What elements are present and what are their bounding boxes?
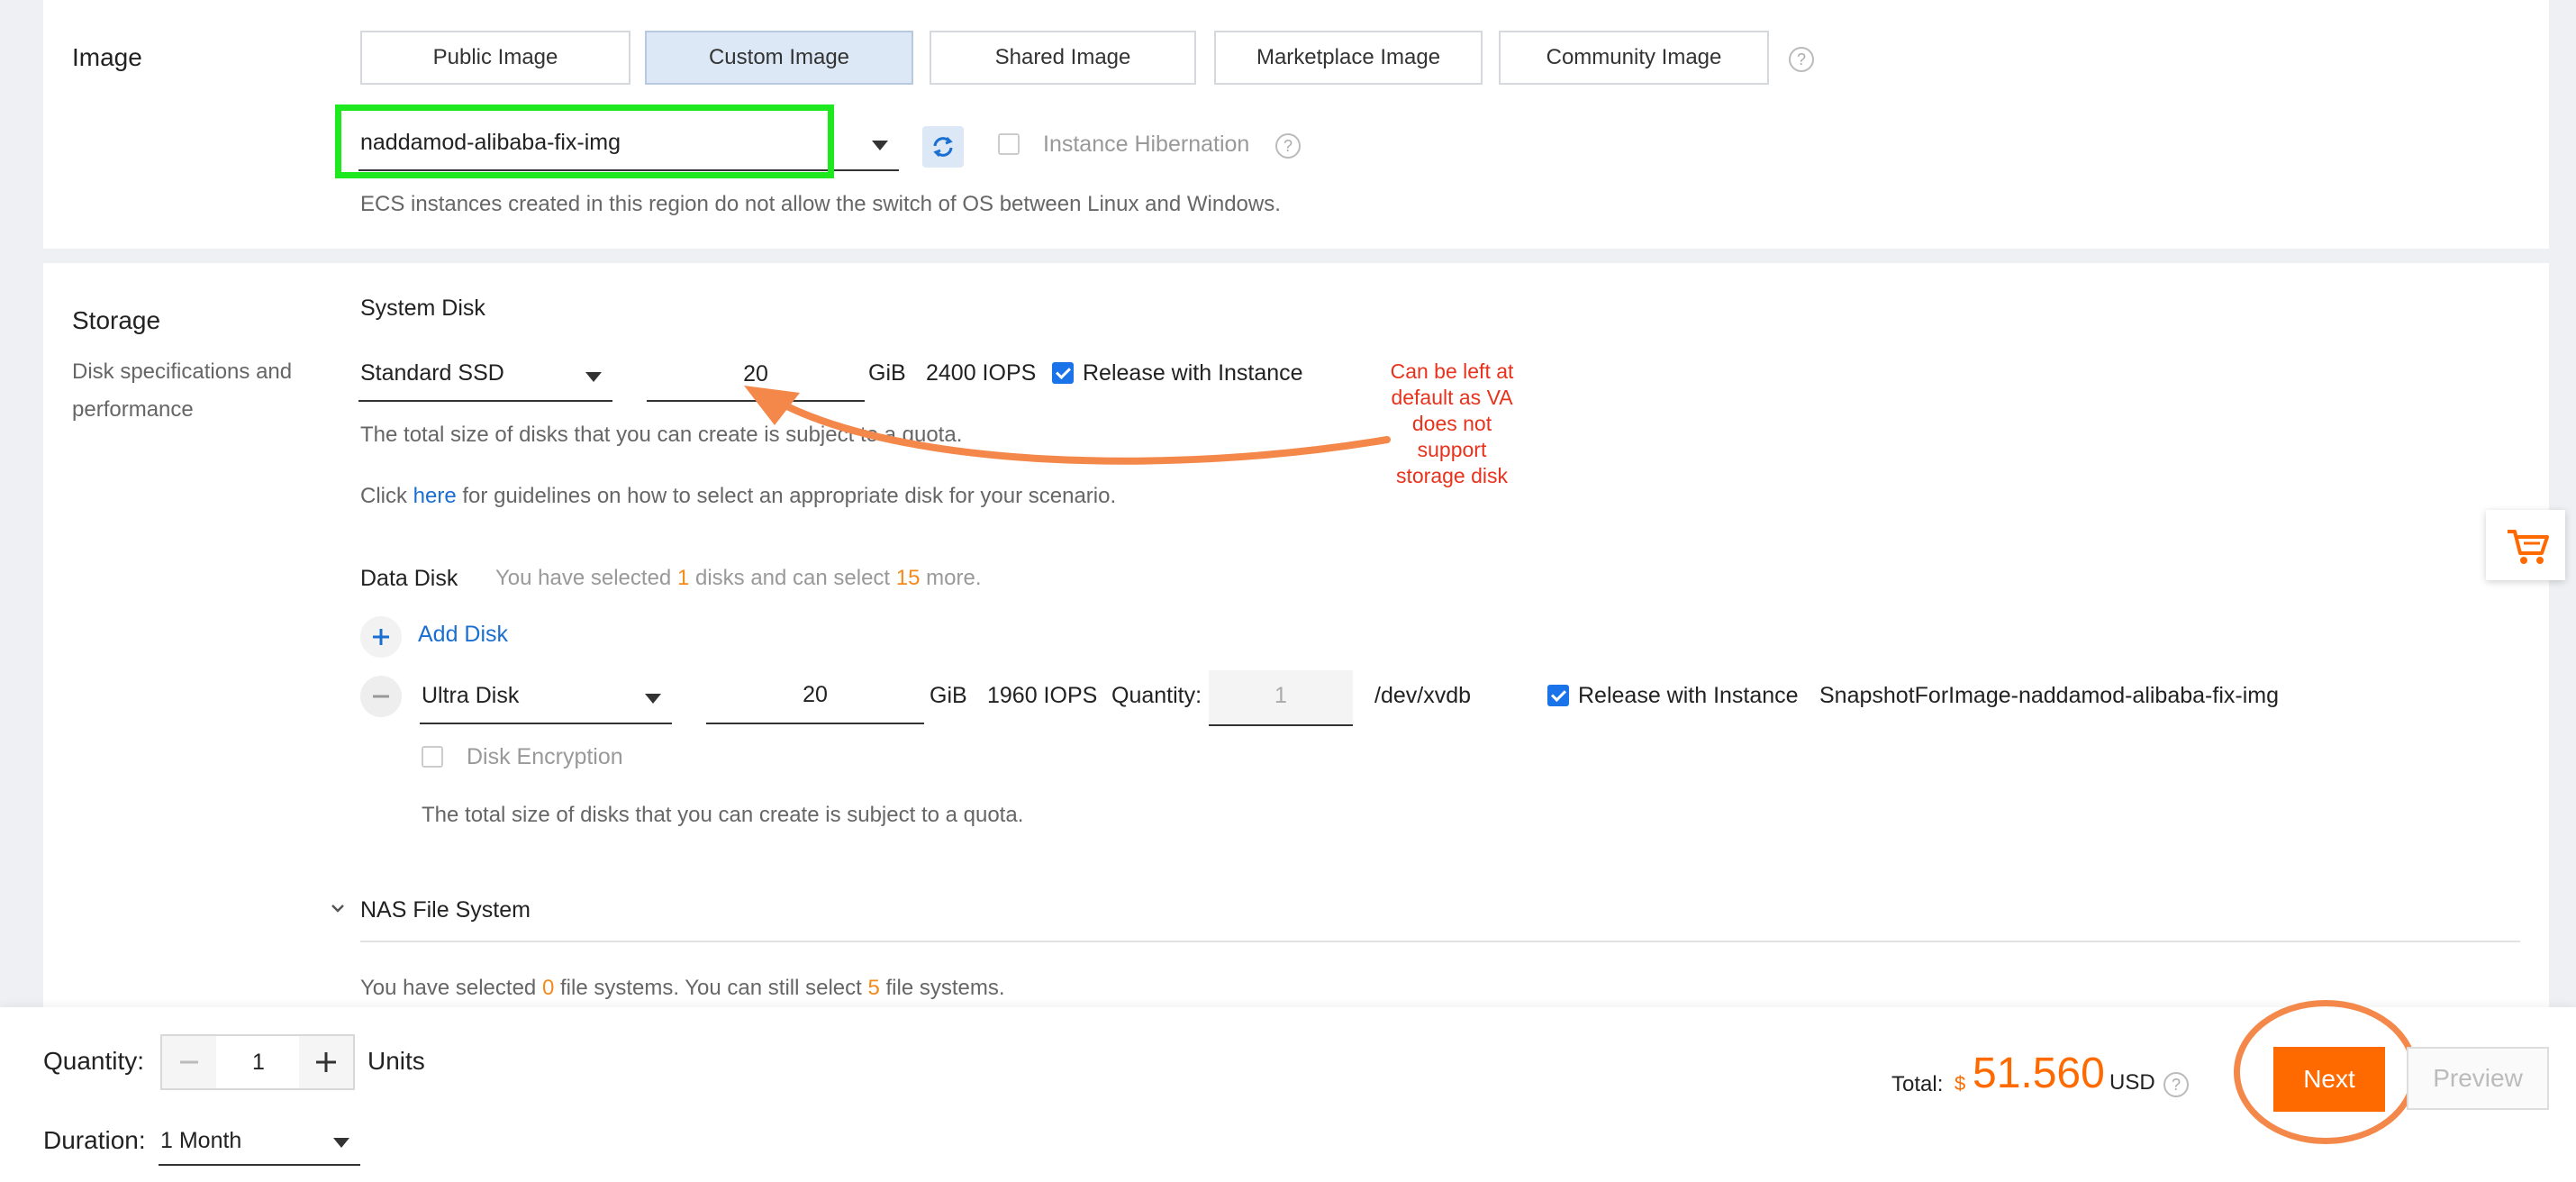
currency-symbol: $	[1955, 1072, 1966, 1095]
data-disk-type-value: Ultra Disk	[422, 683, 520, 708]
tab-custom-image[interactable]: Custom Image	[645, 31, 913, 85]
total-label: Total:	[1891, 1072, 1944, 1096]
image-section-title: Image	[72, 43, 142, 71]
chevron-down-icon	[333, 1138, 349, 1148]
total-help-icon[interactable]: ?	[2163, 1072, 2189, 1097]
add-disk-button[interactable]	[360, 616, 402, 658]
data-disk-title: Data Disk	[360, 566, 458, 591]
nas-note-mid: file systems. You can still select	[559, 976, 862, 1000]
chevron-down-icon	[585, 372, 602, 382]
nas-divider	[360, 941, 2520, 942]
cart-icon	[2508, 530, 2549, 564]
system-disk-type-value: Standard SSD	[360, 360, 504, 386]
refresh-button[interactable]	[922, 126, 964, 168]
tab-marketplace-image[interactable]: Marketplace Image	[1214, 31, 1483, 85]
storage-desc-1: Disk specifications and	[72, 359, 293, 384]
disk-encryption-label: Disk Encryption	[467, 744, 623, 769]
annotation-note: Can be left at default as VA does not su…	[1362, 359, 1542, 489]
hibernation-checkbox[interactable]	[998, 133, 1020, 155]
system-disk-quota-note: The total size of disks that you can cre…	[360, 423, 963, 447]
chevron-down-icon	[331, 905, 344, 913]
annotation-line-4: support	[1417, 438, 1487, 461]
hibernation-label: Instance Hibernation	[1043, 132, 1250, 157]
minus-icon	[373, 695, 389, 698]
data-disk-selection-note: You have selected 1 disks and can select…	[495, 566, 982, 591]
data-disk-type-select[interactable]: Ultra Disk	[420, 674, 672, 724]
annotation-line-5: storage disk	[1395, 464, 1508, 487]
duration-select[interactable]: 1 Month	[159, 1121, 360, 1166]
data-disk-release-checkbox[interactable]	[1547, 685, 1569, 706]
hibernation-help-icon[interactable]: ?	[1275, 133, 1301, 159]
image-help-icon[interactable]: ?	[1789, 47, 1814, 72]
tab-public-image[interactable]: Public Image	[360, 31, 630, 85]
units-label: Units	[367, 1047, 425, 1075]
annotation-line-2: default as VA	[1391, 386, 1513, 409]
data-disk-selected-count: 1	[676, 566, 690, 590]
chevron-down-icon	[645, 694, 661, 704]
data-disk-note-suffix: more.	[926, 566, 982, 590]
preview-button[interactable]: Preview	[2407, 1047, 2549, 1110]
data-disk-note-prefix: You have selected	[495, 566, 672, 590]
system-disk-release-checkbox[interactable]	[1052, 362, 1074, 384]
data-disk-release-label: Release with Instance	[1578, 683, 1799, 708]
system-disk-guide: Click here for guidelines on how to sele…	[360, 477, 1116, 515]
nas-toggle[interactable]	[324, 896, 351, 923]
tab-community-image[interactable]: Community Image	[1499, 31, 1769, 85]
image-os-note: ECS instances created in this region do …	[360, 192, 1281, 216]
footer-quantity-label: Quantity:	[43, 1047, 145, 1075]
nas-note-prefix: You have selected	[360, 976, 537, 1000]
data-disk-device: /dev/xvdb	[1374, 683, 1472, 708]
guide-link[interactable]: here	[413, 484, 457, 508]
footer-bar	[0, 1007, 2576, 1182]
plus-icon	[373, 629, 389, 645]
nas-note: You have selected 0 file systems. You ca…	[360, 969, 1005, 1007]
system-disk-unit: GiB	[868, 360, 906, 386]
data-disk-quantity-input: 1	[1209, 670, 1353, 726]
data-disk-iops: 1960 IOPS	[987, 683, 1098, 708]
nas-selected-count: 0	[541, 976, 555, 1000]
storage-section-title: Storage	[72, 306, 161, 334]
data-disk-quota-note: The total size of disks that you can cre…	[422, 803, 1024, 827]
nas-note-suffix: file systems.	[885, 976, 1005, 1000]
system-disk-title: System Disk	[360, 296, 485, 321]
total-amount: 51.560	[1973, 1050, 2105, 1097]
duration-label: Duration:	[43, 1126, 146, 1154]
system-disk-type-select[interactable]: Standard SSD	[358, 353, 612, 402]
quantity-stepper[interactable]: 1	[160, 1034, 355, 1090]
refresh-icon	[933, 136, 953, 158]
system-disk-release-label: Release with Instance	[1083, 360, 1303, 386]
data-disk-unit: GiB	[930, 683, 967, 708]
plus-icon	[316, 1052, 336, 1072]
annotation-line-1: Can be left at	[1390, 359, 1514, 383]
guide-suffix: for guidelines on how to select an appro…	[462, 484, 1117, 508]
system-disk-iops: 2400 IOPS	[926, 360, 1037, 386]
chevron-down-icon	[872, 141, 888, 150]
quantity-value[interactable]: 1	[216, 1036, 301, 1088]
add-disk-label[interactable]: Add Disk	[418, 622, 508, 648]
highlight-box	[335, 105, 834, 178]
data-disk-snapshot: SnapshotForImage-naddamod-alibaba-fix-im…	[1819, 683, 2279, 708]
quantity-decrease-button[interactable]	[162, 1036, 216, 1088]
nas-remaining-count: 5	[867, 976, 880, 1000]
storage-desc-2: performance	[72, 397, 194, 422]
currency-label: USD	[2109, 1070, 2155, 1095]
data-disk-note-mid: disks and can select	[694, 566, 891, 590]
data-disk-remaining-count: 15	[895, 566, 921, 590]
minus-icon	[180, 1060, 198, 1064]
quantity-increase-button[interactable]	[299, 1036, 353, 1088]
guide-prefix: Click	[360, 484, 407, 508]
nas-title[interactable]: NAS File System	[360, 897, 531, 923]
cart-button[interactable]	[2486, 510, 2565, 580]
duration-value: 1 Month	[160, 1128, 242, 1153]
data-disk-quantity-label: Quantity:	[1111, 683, 1202, 708]
annotation-line-3: does not	[1411, 412, 1492, 435]
data-disk-size-input[interactable]: 20	[706, 681, 924, 724]
disk-encryption-checkbox[interactable]	[422, 746, 443, 768]
system-disk-size-input[interactable]: 20	[647, 360, 865, 402]
remove-disk-button[interactable]	[360, 676, 402, 717]
next-highlight-circle	[2234, 1000, 2417, 1144]
tab-shared-image[interactable]: Shared Image	[930, 31, 1196, 85]
